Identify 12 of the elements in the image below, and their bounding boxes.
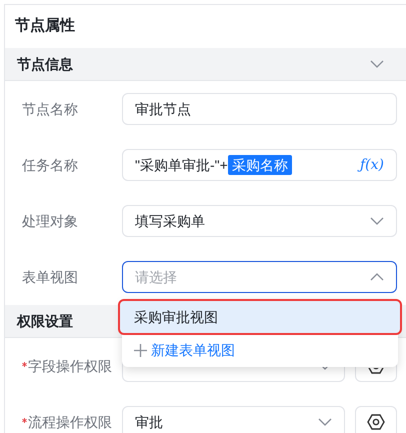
variable-tag: 采购名称: [228, 155, 292, 175]
select-value: 填写采购单: [135, 212, 205, 230]
field-label: 表单视图: [22, 268, 78, 286]
panel-title: 节点属性: [15, 16, 75, 36]
field-label: 任务名称: [22, 156, 78, 174]
select-placeholder: 请选择: [135, 268, 177, 286]
field-label: 字段操作权限: [28, 356, 112, 376]
formula-text: "采购单审批-"+: [135, 156, 228, 174]
field-label: 流程操作权限: [28, 412, 112, 432]
select-value: 审批: [135, 412, 163, 432]
field-label: 处理对象: [22, 212, 78, 230]
field-label: 节点名称: [22, 100, 78, 118]
